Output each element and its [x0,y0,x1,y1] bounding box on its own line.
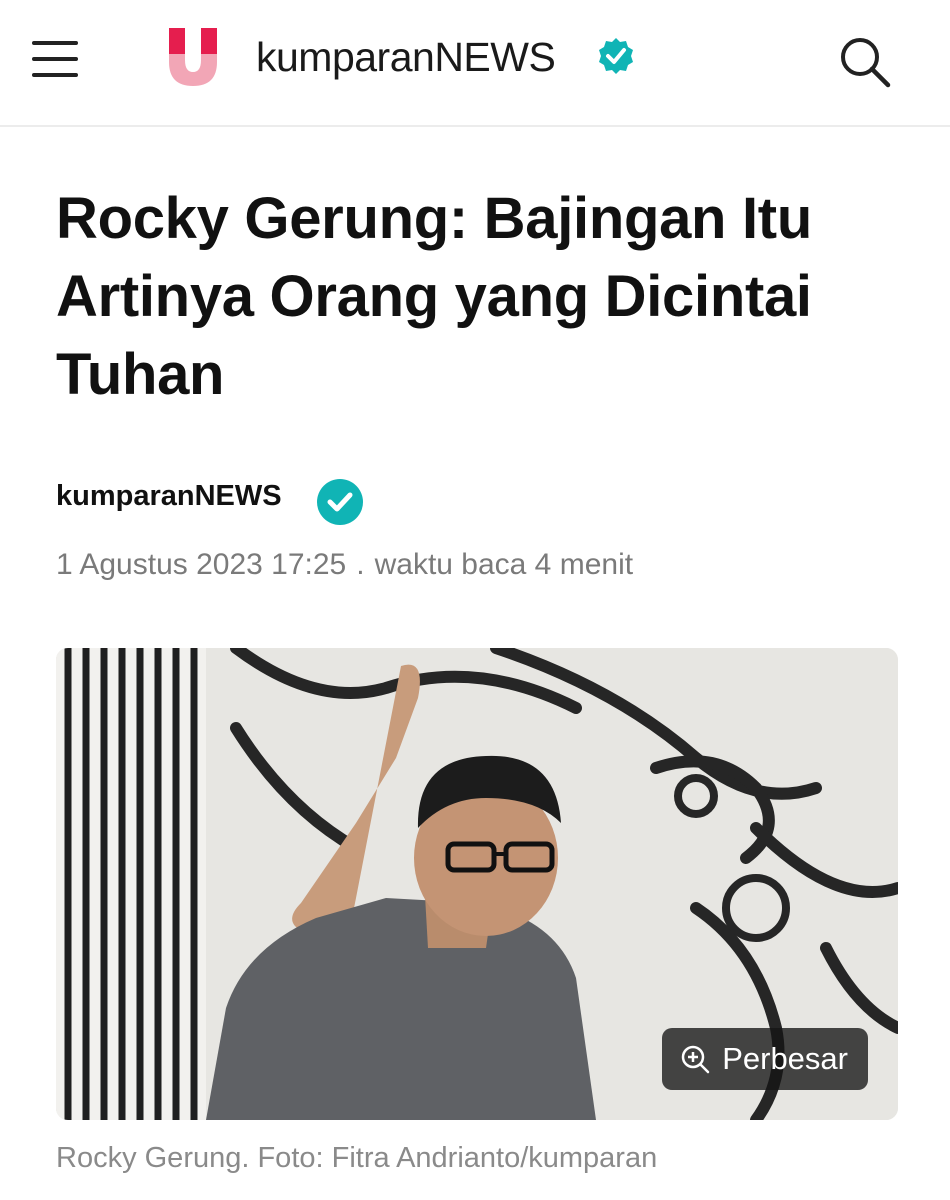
article-title: Rocky Gerung: Bajingan Itu Artinya Orang… [56,186,812,407]
search-icon[interactable] [835,32,895,92]
kumparan-logo-icon[interactable] [165,24,221,90]
meta-separator: . [356,548,365,581]
top-navigation-bar: kumparanNEWS [0,0,950,127]
author-name[interactable]: kumparanNEWS [56,480,282,513]
zoom-button[interactable]: Perbesar [662,1028,868,1090]
zoom-label: Perbesar [722,1041,848,1076]
zoom-in-icon [681,1045,710,1074]
hamburger-menu-icon[interactable] [30,36,80,82]
photo-caption: Rocky Gerung. Foto: Fitra Andrianto/kump… [56,1142,658,1174]
publish-date: 1 Agustus 2023 17:25 [56,548,347,581]
article-photo[interactable]: Perbesar [56,648,898,1120]
verified-check-icon [317,479,363,525]
article-meta: 1 Agustus 2023 17:25. waktu baca 4 menit [56,548,633,582]
verified-check-icon [599,38,633,74]
brand-name[interactable]: kumparanNEWS [256,34,556,81]
read-time: waktu baca 4 menit [374,548,634,581]
